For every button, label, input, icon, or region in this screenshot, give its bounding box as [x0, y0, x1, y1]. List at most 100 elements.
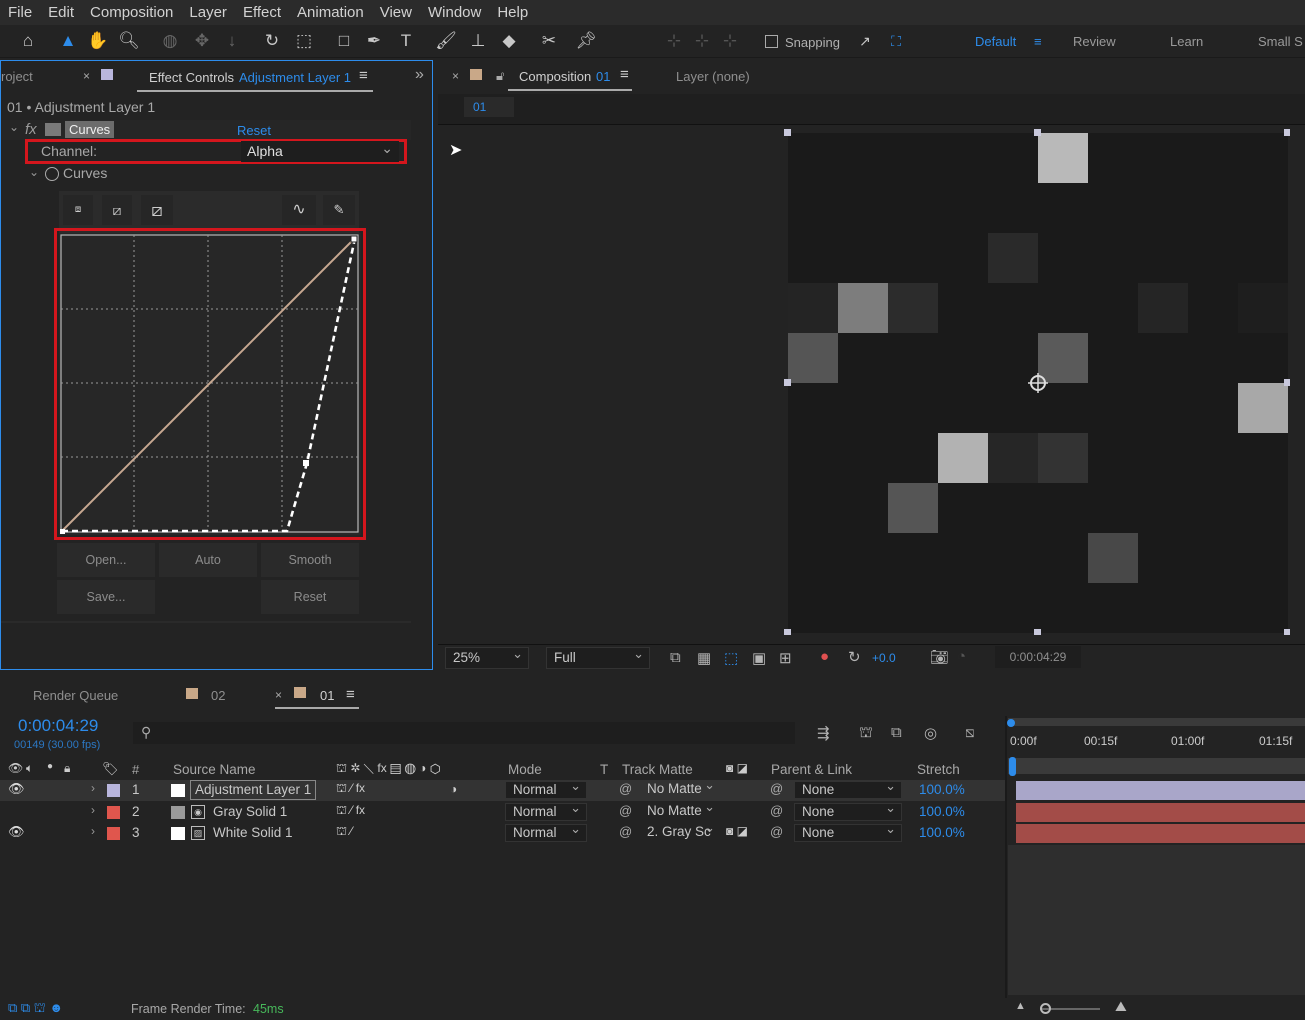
chevron-down-icon[interactable]: ⌄ [29, 165, 39, 179]
chevron-right-icon[interactable]: › [91, 824, 95, 838]
guides-icon[interactable]: ⊞ [779, 649, 792, 667]
chevron-down-icon[interactable]: ⌄ [9, 120, 19, 134]
dolly-camera-icon[interactable]: ↓ [220, 29, 244, 53]
type-tool-icon[interactable]: T [394, 29, 418, 53]
bezier-curve-icon[interactable]: ∿ [282, 195, 316, 225]
comp-01-tab[interactable]: 01 [320, 688, 334, 703]
table-row[interactable]: 👁︎ › 3 ▨ White Solid 1 ⛫ ⁄ Normal @ 2. G… [0, 820, 1005, 844]
snap-options-icon[interactable]: ↗ [853, 29, 877, 53]
preserve-transparency-icon[interactable]: @ [619, 824, 632, 839]
panel-menu-icon[interactable]: ≡ [346, 686, 355, 703]
snap-edges-icon[interactable]: ⛶ [884, 29, 908, 53]
workspace-review[interactable]: Review [1073, 34, 1116, 49]
motion-blur-icon[interactable]: ⧅ [965, 724, 975, 741]
brush-tool-icon[interactable]: 🖌︎ [434, 29, 458, 53]
close-icon[interactable]: × [452, 69, 459, 83]
mode-dropdown[interactable]: Normal [505, 821, 587, 842]
orbit-camera-icon[interactable]: ◍ [158, 29, 182, 53]
workspace-menu-icon[interactable]: ≡ [1034, 34, 1042, 49]
track-matte-dropdown[interactable]: No Matte [640, 799, 720, 821]
open-button[interactable]: Open... [57, 543, 155, 577]
mask-visibility-icon[interactable]: ⬚ [724, 649, 738, 667]
timeline-track-area[interactable] [1008, 845, 1305, 995]
menu-composition[interactable]: Composition [82, 0, 181, 25]
panel-menu-icon[interactable]: ≡ [620, 66, 629, 83]
timeline-nav-bar[interactable] [1008, 758, 1305, 774]
adjustment-layer-icon[interactable]: ◑ [450, 782, 457, 796]
stopwatch-icon[interactable] [45, 167, 59, 181]
menu-file[interactable]: File [0, 0, 40, 25]
menu-help[interactable]: Help [489, 0, 536, 25]
menu-edit[interactable]: Edit [40, 0, 82, 25]
reset-button[interactable]: Reset [261, 580, 359, 614]
layer-bar-gray-solid[interactable] [1016, 803, 1305, 822]
track-matte-dropdown[interactable]: No Matte [640, 777, 720, 799]
matte-toggle-icons[interactable]: ◙ ◪ [726, 824, 748, 838]
view-axis-icon[interactable]: ⊹ [718, 29, 742, 53]
snapping-checkbox[interactable] [765, 35, 778, 48]
eye-icon[interactable]: 👁︎ [8, 781, 25, 797]
pickwhip-icon[interactable]: @ [770, 824, 783, 839]
layer-switches[interactable]: ⛫ ⁄ fx [336, 781, 365, 797]
chevron-double-right-icon[interactable]: » [415, 66, 424, 84]
composition-tab-label[interactable]: Composition [519, 69, 591, 84]
audio-icon[interactable]: 🔈︎ [26, 761, 33, 776]
playhead[interactable] [1009, 757, 1016, 776]
color-channels-icon[interactable]: ● [820, 648, 829, 665]
timeline-timecode[interactable]: 0:00:04:29 [18, 716, 98, 736]
effect-reset-link[interactable]: Reset [237, 123, 271, 138]
save-button[interactable]: Save... [57, 580, 155, 614]
lock-icon[interactable]: 🔒︎ [64, 761, 70, 776]
layer-switches[interactable]: ⛫ ⁄ fx [336, 803, 365, 819]
exposure-value[interactable]: +0.0 [872, 651, 896, 665]
snapshot-camera-icon[interactable]: 📷︎ [930, 648, 949, 666]
menu-animation[interactable]: Animation [289, 0, 372, 25]
puppet-pin-icon[interactable]: 📌︎ [574, 29, 598, 53]
playhead-top[interactable] [1007, 719, 1015, 727]
hand-tool-icon[interactable]: ✋ [86, 29, 110, 53]
channel-dropdown[interactable]: Alpha ⌄ [241, 140, 399, 162]
resolution-dropdown[interactable]: Full [546, 644, 650, 669]
zoom-dropdown[interactable]: 25% [445, 644, 529, 669]
track-matte-dropdown[interactable]: 2. Gray Sc [640, 820, 720, 842]
rectangle-tool-icon[interactable]: □ [332, 29, 356, 53]
eye-icon[interactable]: 👁︎ [8, 761, 23, 775]
mode-dropdown[interactable]: Normal [505, 778, 587, 799]
comp-viewer[interactable] [784, 129, 1290, 635]
draft-3d-icon[interactable]: ⛫ [859, 724, 873, 743]
region-of-interest-icon[interactable]: ▣ [752, 649, 766, 667]
menu-effect[interactable]: Effect [235, 0, 289, 25]
layer-name[interactable]: Gray Solid 1 [213, 804, 287, 819]
workspace-default[interactable]: Default [975, 34, 1016, 49]
eraser-tool-icon[interactable]: ◆ [497, 29, 521, 53]
zoom-tool-icon[interactable]: 🔍︎ [117, 29, 141, 53]
table-row[interactable]: 👁︎ › 1 Adjustment Layer 1 ⛫ ⁄ fx ◑ Norma… [0, 777, 1005, 801]
pan-camera-icon[interactable]: ✥ [190, 29, 214, 53]
menu-window[interactable]: Window [420, 0, 489, 25]
preserve-transparency-icon[interactable]: @ [619, 781, 632, 796]
world-axis-icon[interactable]: ⊹ [690, 29, 714, 53]
pickwhip-icon[interactable]: @ [770, 803, 783, 818]
chevron-right-icon[interactable]: › [91, 803, 95, 817]
small-graph-icon[interactable]: ⧈ [63, 195, 93, 225]
fx-icon[interactable]: fx [25, 121, 37, 138]
auto-button[interactable]: Auto [159, 543, 257, 577]
lock-icon[interactable]: 🔓︎ [496, 68, 504, 84]
layer-name[interactable]: White Solid 1 [213, 825, 293, 840]
solo-icon[interactable]: ● [47, 761, 53, 772]
comp-breadcrumb-tab[interactable]: 01 [464, 97, 514, 117]
zoom-in-icon[interactable]: ⛰ [1115, 998, 1127, 1015]
zoom-out-icon[interactable]: ▲ [1015, 1000, 1026, 1012]
eye-icon[interactable]: 👁︎ [8, 824, 25, 840]
roto-brush-icon[interactable]: ✂ [537, 29, 561, 53]
layer-bar-white-solid[interactable] [1016, 824, 1305, 843]
local-axis-icon[interactable]: ⊹ [662, 29, 686, 53]
effect-controls-layer-name[interactable]: Adjustment Layer 1 [239, 70, 351, 85]
mode-dropdown[interactable]: Normal [505, 800, 587, 821]
comp-timecode[interactable]: 0:00:04:29 [995, 646, 1081, 668]
layer-tab[interactable]: Layer (none) [676, 69, 750, 84]
composition-tab-name[interactable]: 01 [596, 69, 610, 84]
preserve-transparency-icon[interactable]: @ [619, 803, 632, 818]
render-queue-tab[interactable]: Render Queue [33, 688, 118, 703]
parent-dropdown[interactable]: None [794, 778, 902, 799]
